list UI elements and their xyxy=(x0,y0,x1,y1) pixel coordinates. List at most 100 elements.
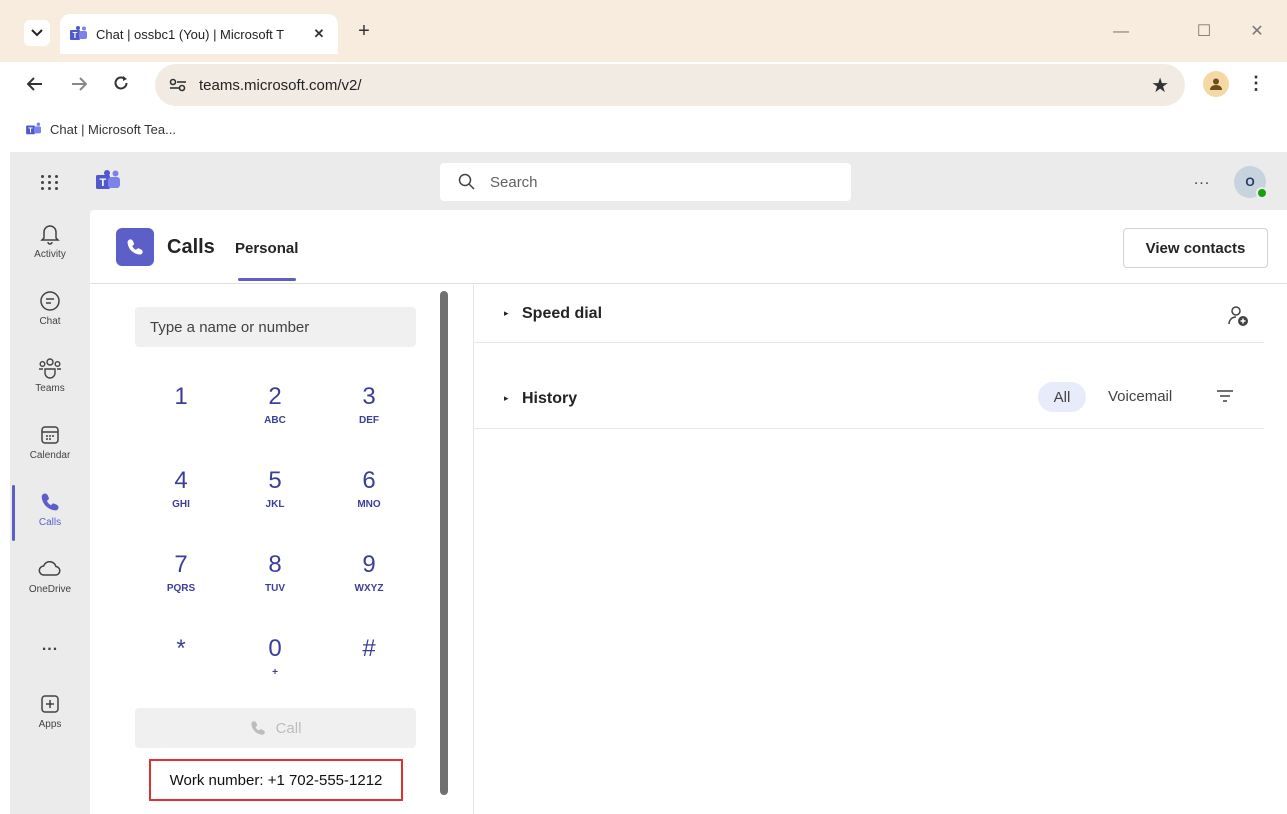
svg-text:T: T xyxy=(28,128,33,135)
minimize-icon[interactable]: — xyxy=(1107,18,1135,46)
cloud-icon xyxy=(38,557,62,581)
presence-available-icon xyxy=(1256,187,1268,199)
key-letters: ABC xyxy=(264,415,286,426)
avatar[interactable]: O xyxy=(1234,166,1268,199)
reload-icon[interactable] xyxy=(108,72,134,98)
rail-item-activity[interactable]: Activity xyxy=(10,210,90,272)
dial-key-0[interactable]: 0 + xyxy=(235,635,315,705)
bookmark-item[interactable]: T Chat | Microsoft Tea... xyxy=(26,122,176,137)
plus-square-icon xyxy=(38,692,62,716)
key-digit: 3 xyxy=(362,383,376,410)
key-letters: MNO xyxy=(357,499,381,510)
calls-app-icon xyxy=(116,228,154,266)
caret-right-icon: ▸ xyxy=(504,308,509,318)
tab-personal[interactable]: Personal xyxy=(235,240,298,257)
profile-icon[interactable] xyxy=(1203,71,1229,97)
view-contacts-button[interactable]: View contacts xyxy=(1123,228,1268,268)
dial-key-2[interactable]: 2 ABC xyxy=(235,383,315,453)
filter-icon[interactable] xyxy=(1214,385,1236,407)
site-settings-icon[interactable] xyxy=(167,74,189,96)
back-icon[interactable] xyxy=(22,72,48,98)
dial-key-8[interactable]: 8 TUV xyxy=(235,551,315,621)
teams-favicon-icon: T xyxy=(70,26,87,40)
key-digit: * xyxy=(176,635,186,662)
teams-logo-icon: T xyxy=(96,170,120,189)
browser-menu-icon[interactable]: ⋮ xyxy=(1246,71,1266,97)
history-section[interactable]: ▸ History All Voicemail xyxy=(474,369,1264,429)
window-close-icon[interactable]: ✕ xyxy=(1243,18,1271,46)
tab-search-chevron-icon[interactable] xyxy=(24,20,50,46)
teams-top-bar: T Search ... O xyxy=(10,152,1287,210)
dial-number-input[interactable] xyxy=(135,307,416,347)
tab-active-underline xyxy=(238,278,296,281)
rail-label: Chat xyxy=(39,316,61,327)
app-rail: Activity Chat Teams Calendar Calls OneDr… xyxy=(10,210,90,814)
search-icon xyxy=(458,173,475,190)
bookmark-label: Chat | Microsoft Tea... xyxy=(50,121,176,137)
maximize-icon[interactable]: ☐ xyxy=(1190,18,1218,46)
bookmark-star-icon[interactable]: ★ xyxy=(1151,73,1169,98)
dial-key-6[interactable]: 6 MNO xyxy=(329,467,409,537)
dial-key-star[interactable]: * xyxy=(141,635,221,705)
call-button[interactable]: Call xyxy=(135,708,416,748)
browser-tab-active[interactable]: T Chat | ossbc1 (You) | Microsoft T ✕ xyxy=(60,14,338,54)
dial-key-3[interactable]: 3 DEF xyxy=(329,383,409,453)
key-letters: PQRS xyxy=(166,583,196,594)
rail-label: Activity xyxy=(34,249,66,260)
rail-item-apps[interactable]: Apps xyxy=(10,680,90,742)
avatar-initials: O xyxy=(1245,175,1255,189)
key-digit: 4 xyxy=(174,467,188,494)
address-bar[interactable]: teams.microsoft.com/v2/ ★ xyxy=(155,64,1185,106)
call-button-label: Call xyxy=(275,719,302,737)
bookmarks-bar: T Chat | Microsoft Tea... xyxy=(0,108,1287,150)
chat-icon xyxy=(38,289,62,313)
key-letters: TUV xyxy=(265,583,285,594)
dial-key-5[interactable]: 5 JKL xyxy=(235,467,315,537)
browser-toolbar: teams.microsoft.com/v2/ ★ ⋮ xyxy=(0,62,1287,108)
dial-key-4[interactable]: 4 GHI xyxy=(141,467,221,537)
key-digit: 2 xyxy=(268,383,282,410)
phone-icon xyxy=(250,721,265,735)
browser-tab-strip: T Chat | ossbc1 (You) | Microsoft T ✕ + … xyxy=(0,0,1287,62)
dial-key-9[interactable]: 9 WXYZ xyxy=(329,551,409,621)
rail-item-onedrive[interactable]: OneDrive xyxy=(10,545,90,607)
key-letters: DEF xyxy=(359,415,379,426)
key-letters: + xyxy=(272,667,278,678)
dialpad-scrollbar[interactable] xyxy=(440,291,448,795)
key-digit: 6 xyxy=(362,467,376,494)
rail-label: OneDrive xyxy=(28,584,72,595)
app-launcher-icon[interactable] xyxy=(38,170,62,194)
rail-item-calendar[interactable]: Calendar xyxy=(10,411,90,473)
key-letters: GHI xyxy=(172,499,190,510)
filter-all-pill[interactable]: All xyxy=(1038,382,1086,412)
rail-item-more[interactable]: ... xyxy=(10,615,90,677)
forward-icon[interactable] xyxy=(66,72,92,98)
rail-item-teams[interactable]: Teams xyxy=(10,344,90,406)
teams-icon xyxy=(38,356,62,380)
work-number-text: Work number: +1 702-555-1212 xyxy=(149,759,403,801)
add-contact-icon[interactable] xyxy=(1226,303,1252,329)
tab-title: Chat | ossbc1 (You) | Microsoft T xyxy=(96,26,285,42)
rail-item-chat[interactable]: Chat xyxy=(10,277,90,339)
phone-icon xyxy=(38,490,62,514)
rail-label: Calendar xyxy=(29,450,71,461)
dial-key-7[interactable]: 7 PQRS xyxy=(141,551,221,621)
url-text: teams.microsoft.com/v2/ xyxy=(199,76,362,94)
key-digit: # xyxy=(362,635,376,662)
search-box[interactable]: Search xyxy=(440,163,851,201)
svg-text:T: T xyxy=(73,31,78,40)
key-digit: 5 xyxy=(268,467,282,494)
settings-more-icon[interactable]: ... xyxy=(1188,170,1216,194)
key-digit: 8 xyxy=(268,551,282,578)
teams-favicon-icon: T xyxy=(26,122,41,135)
new-tab-button[interactable]: + xyxy=(352,20,376,44)
dial-key-hash[interactable]: # xyxy=(329,635,409,705)
more-icon: ... xyxy=(41,637,59,654)
speed-dial-section[interactable]: ▸ Speed dial xyxy=(474,285,1264,343)
dial-key-1[interactable]: 1 xyxy=(141,383,221,453)
teams-app: T Search ... O Activity Chat Teams Calen… xyxy=(10,152,1287,814)
key-letters: WXYZ xyxy=(354,583,384,594)
tab-close-icon[interactable]: ✕ xyxy=(310,26,328,42)
rail-item-calls[interactable]: Calls xyxy=(10,478,90,540)
filter-voicemail[interactable]: Voicemail xyxy=(1108,388,1172,405)
